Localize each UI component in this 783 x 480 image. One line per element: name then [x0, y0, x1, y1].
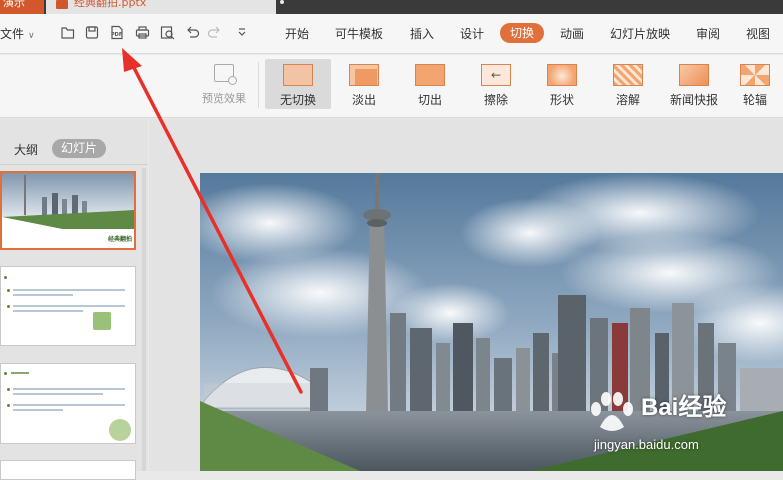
file-menu[interactable]: 文件 ∨ [0, 25, 35, 42]
tab-outline[interactable]: 大纲 [14, 141, 38, 158]
effect-fade[interactable]: 淡出 [331, 59, 397, 109]
wipe-icon: ← [481, 64, 511, 86]
menu-item-insert[interactable]: 插入 [410, 25, 434, 42]
menu-item-start[interactable]: 开始 [285, 25, 309, 42]
open-folder-icon[interactable] [61, 27, 75, 39]
tab-slides[interactable]: 幻灯片 [52, 139, 106, 158]
slide-thumbnail-1[interactable]: 经典翻拍 [0, 171, 136, 250]
menu-item-slideshow[interactable]: 幻灯片放映 [610, 25, 670, 42]
quick-access-toolbar [61, 25, 246, 40]
cut-icon [415, 64, 445, 86]
chevron-down-icon: ∨ [28, 31, 35, 41]
menu-item-animation[interactable]: 动画 [560, 25, 584, 42]
slide-thumbnail-4[interactable] [0, 460, 136, 480]
slide-2-image [93, 312, 111, 330]
preview-effect-button[interactable]: 预览效果 [196, 62, 252, 108]
effect-wipe[interactable]: ← 擦除 [463, 59, 529, 109]
dissolve-icon [613, 64, 643, 86]
no-transition-icon [283, 64, 313, 86]
redo-icon[interactable] [207, 26, 220, 38]
effect-none[interactable]: 无切换 [265, 59, 331, 109]
preview-icon [214, 64, 237, 85]
slide-1-caption: 经典翻拍 [108, 236, 133, 243]
document-tab-title: 经典翻拍.pptx [74, 0, 147, 9]
menu-item-review[interactable]: 审阅 [696, 25, 720, 42]
document-tab[interactable]: 经典翻拍.pptx [46, 0, 276, 14]
pdf-badge: PDF [111, 32, 123, 38]
effect-dissolve[interactable]: 溶解 [595, 59, 661, 109]
title-bar: 演示 经典翻拍.pptx [0, 0, 783, 14]
print-icon[interactable] [135, 26, 150, 39]
menu-item-templates[interactable]: 可牛模板 [335, 25, 383, 42]
preview-effect-label: 预览效果 [202, 92, 246, 105]
baidu-watermark: Bai经验 jingyan.baidu.com [586, 385, 776, 452]
menu-item-view[interactable]: 视图 [746, 25, 770, 42]
watermark-brand: Bai经验 [641, 394, 727, 421]
effect-cut[interactable]: 切出 [397, 59, 463, 109]
wheel-icon [740, 64, 770, 86]
panel-divider [0, 164, 148, 165]
slide-3-image [109, 419, 131, 441]
shape-icon [547, 64, 577, 86]
watermark-url: jingyan.baidu.com [594, 437, 699, 452]
more-dropdown-icon[interactable] [238, 28, 246, 36]
paw-icon [591, 392, 633, 431]
slide-thumbnail-2[interactable] [0, 266, 136, 346]
pptx-file-icon [56, 0, 68, 9]
newsflash-icon [679, 64, 709, 86]
unsaved-dot-icon [280, 0, 284, 4]
ribbon-separator [258, 62, 259, 108]
undo-icon[interactable] [187, 26, 200, 38]
save-icon[interactable] [85, 26, 99, 39]
menu-item-design[interactable]: 设计 [460, 25, 484, 42]
menu-item-transitions[interactable]: 切换 [500, 23, 544, 43]
effect-shape[interactable]: 形状 [529, 59, 595, 109]
effect-wheel[interactable]: 轮辐 [727, 59, 783, 109]
app-tab[interactable]: 演示 [0, 0, 44, 14]
slide-thumbnail-3[interactable] [0, 363, 136, 444]
print-preview-icon[interactable] [160, 26, 175, 40]
effect-newsflash[interactable]: 新闻快报 [661, 59, 727, 109]
panel-scrollbar[interactable] [142, 168, 146, 471]
fade-icon [349, 64, 379, 86]
